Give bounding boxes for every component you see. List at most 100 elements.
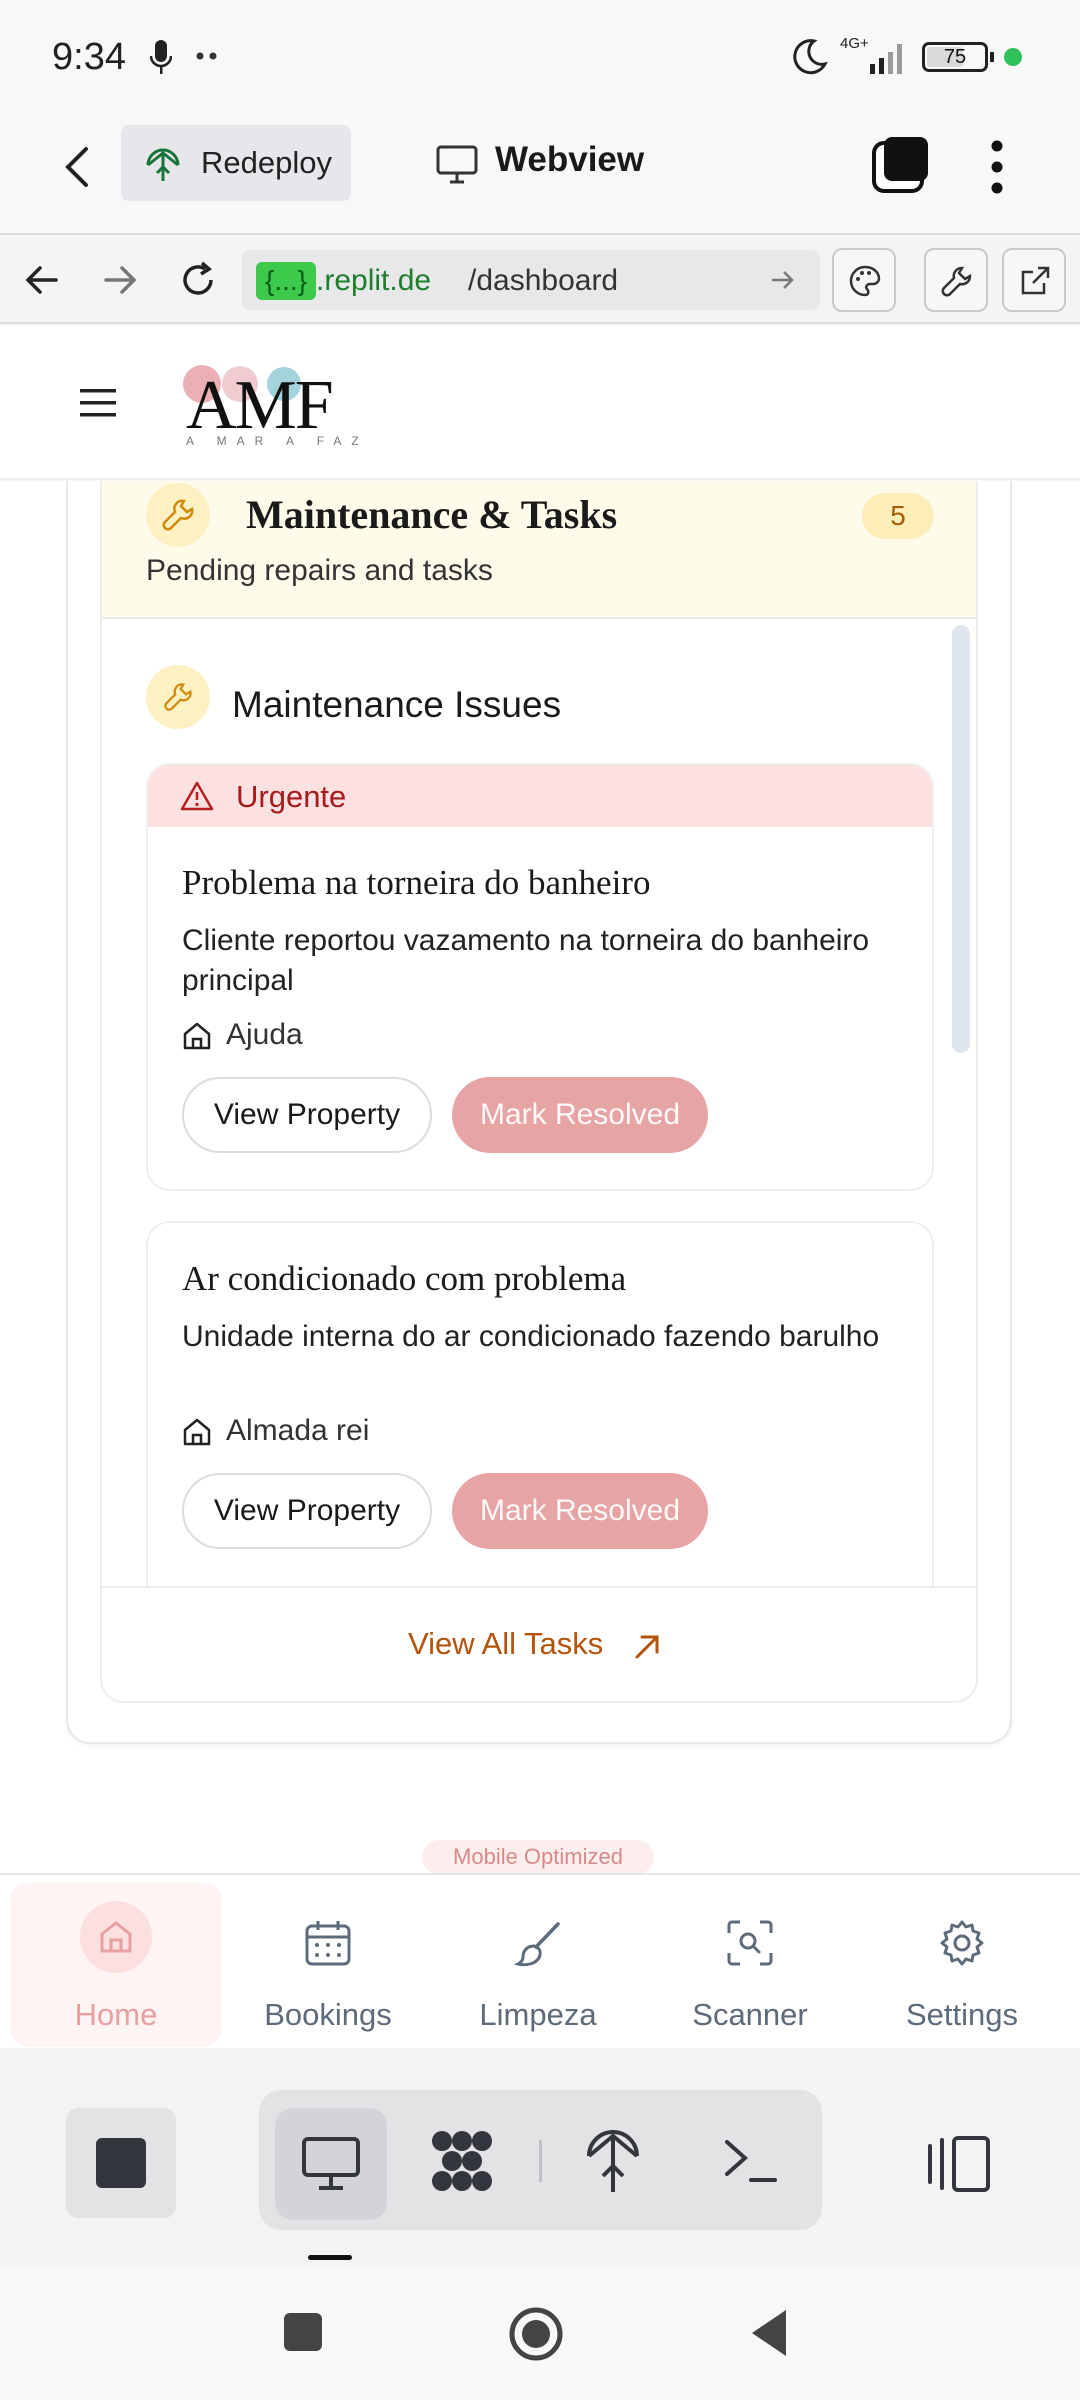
view-property-button[interactable]: View Property xyxy=(182,1473,432,1549)
home-system-button[interactable] xyxy=(508,2306,564,2362)
network-type: 4G+ xyxy=(840,35,869,52)
nav-item-limpeza[interactable]: Limpeza xyxy=(432,1883,644,2047)
wrench-icon xyxy=(941,266,972,297)
url-host: .replit.de xyxy=(316,264,432,297)
palette-icon xyxy=(849,265,881,297)
go-arrow-icon[interactable] xyxy=(770,268,796,292)
wrench-icon-badge xyxy=(146,483,210,547)
mark-resolved-button[interactable]: Mark Resolved xyxy=(452,1077,708,1153)
brush-icon xyxy=(514,1922,560,1967)
dock-divider xyxy=(539,2140,542,2182)
stop-button[interactable] xyxy=(66,2108,176,2218)
issue-property: Almada rei xyxy=(226,1414,370,1447)
monitor-icon xyxy=(302,2137,360,2190)
devtools-palette-button[interactable] xyxy=(832,248,896,312)
workspace-modules-icon[interactable] xyxy=(427,2126,497,2196)
maintenance-tasks-card: Maintenance & Tasks 5 Pending repairs an… xyxy=(100,481,978,1703)
issue-description: Unidade interna do ar condicionado fazen… xyxy=(182,1320,880,1353)
url-path: /dashboard xyxy=(468,264,619,297)
do-not-disturb-moon-icon xyxy=(793,39,828,75)
more-notifications-icon xyxy=(196,52,217,60)
tasks-scroll-area[interactable]: Maintenance Issues Urgente Problema na t… xyxy=(102,621,976,1586)
home-icon-bubble xyxy=(80,1901,152,1973)
nav-label-settings: Settings xyxy=(905,1997,1018,2032)
microphone-icon xyxy=(150,40,172,74)
external-link-icon xyxy=(1021,266,1050,295)
calendar-icon xyxy=(305,1921,351,1966)
tasks-card-subtitle: Pending repairs and tasks xyxy=(146,554,493,587)
gear-icon xyxy=(940,1920,984,1966)
webview-address-bar: {...} .replit.de /dashboard xyxy=(0,236,1080,324)
issue-property: Ajuda xyxy=(226,1018,303,1051)
mobile-optimized-badge: Mobile Optimized xyxy=(422,1840,654,1873)
app-header: AMF A MAR A FAZ xyxy=(0,326,1080,480)
dock-tools-group xyxy=(259,2090,822,2230)
maintenance-issues-title: Maintenance Issues xyxy=(232,684,562,725)
bottom-navigation: Home Bookings Limpeza Scanner Settings xyxy=(0,1873,1080,2048)
hamburger-menu-icon[interactable] xyxy=(80,388,116,418)
reload-icon[interactable] xyxy=(178,260,218,300)
home-icon xyxy=(183,1022,211,1050)
wrench-icon xyxy=(164,683,192,711)
back-chevron-icon[interactable] xyxy=(62,145,92,189)
tasks-card-title: Maintenance & Tasks xyxy=(246,492,618,537)
mark-resolved-button[interactable]: Mark Resolved xyxy=(452,1473,708,1549)
view-property-button[interactable]: View Property xyxy=(182,1077,432,1153)
redeploy-button[interactable]: Redeploy xyxy=(121,125,351,201)
webview-tab-label[interactable]: Webview xyxy=(495,140,644,180)
nav-label-limpeza: Limpeza xyxy=(479,1997,597,2032)
app-logo-tagline: A MAR A FAZ xyxy=(186,434,369,448)
open-external-button[interactable] xyxy=(1002,248,1066,312)
deploy-icon xyxy=(146,148,180,181)
redeploy-label: Redeploy xyxy=(201,145,332,180)
monitor-icon xyxy=(436,145,478,184)
tasks-count-badge: 5 xyxy=(862,493,934,539)
priority-banner: Urgente xyxy=(148,765,932,827)
view-all-tasks-link[interactable]: View All Tasks xyxy=(408,1626,603,1662)
issue-title: Ar condicionado com problema xyxy=(182,1259,627,1298)
active-tab-indicator xyxy=(308,2255,352,2260)
devtools-wrench-button[interactable] xyxy=(924,248,988,312)
replit-tool-dock xyxy=(0,2048,1080,2268)
browser-back-icon[interactable] xyxy=(24,262,60,298)
battery-icon: 75 xyxy=(922,42,988,72)
more-options-icon[interactable] xyxy=(990,139,1004,195)
shell-terminal-icon[interactable] xyxy=(723,2138,779,2184)
maintenance-issue-item: Ar condicionado com problema Unidade int… xyxy=(146,1221,934,1586)
url-chip: {...} xyxy=(256,262,316,300)
tasks-card-header: Maintenance & Tasks 5 Pending repairs an… xyxy=(102,481,976,619)
nav-label-home: Home xyxy=(74,1997,158,2032)
dashboard-content: Maintenance & Tasks 5 Pending repairs an… xyxy=(0,481,1080,1873)
issue-title: Problema na torneira do banheiro xyxy=(182,863,651,902)
home-icon xyxy=(100,1921,132,1953)
arrow-up-right-icon[interactable] xyxy=(632,1632,662,1662)
nav-item-settings[interactable]: Settings xyxy=(856,1883,1068,2047)
maintenance-issue-item: Urgente Problema na torneira do banheiro… xyxy=(146,763,934,1191)
privacy-indicator-dot xyxy=(1004,48,1022,66)
system-navigation-bar xyxy=(0,2268,1080,2400)
priority-label: Urgente xyxy=(236,779,347,814)
status-bar: 9:34 4G+ 75 xyxy=(0,0,1080,115)
wrench-icon xyxy=(162,499,194,531)
home-icon xyxy=(183,1418,211,1446)
scrollbar[interactable] xyxy=(952,625,970,1053)
recents-button[interactable] xyxy=(284,2313,322,2351)
nav-item-home[interactable]: Home xyxy=(10,1883,222,2047)
webview-tool-button[interactable] xyxy=(275,2108,387,2220)
nav-item-bookings[interactable]: Bookings xyxy=(222,1883,434,2047)
scan-icon xyxy=(727,1920,773,1966)
tabs-switcher-icon[interactable] xyxy=(870,135,930,195)
status-time: 9:34 xyxy=(52,36,126,78)
split-panel-icon[interactable] xyxy=(924,2134,994,2194)
back-system-button[interactable] xyxy=(748,2308,788,2358)
url-field[interactable]: {...} .replit.de /dashboard xyxy=(242,250,820,310)
view-all-footer: View All Tasks xyxy=(102,1586,976,1701)
browser-forward-icon[interactable] xyxy=(102,262,138,298)
deploy-icon[interactable] xyxy=(585,2126,641,2194)
warning-triangle-icon xyxy=(180,781,214,811)
nav-label-bookings: Bookings xyxy=(264,1997,392,2032)
issue-description: Cliente reportou vazamento na torneira d… xyxy=(182,924,870,997)
nav-label-scanner: Scanner xyxy=(692,1997,808,2032)
nav-item-scanner[interactable]: Scanner xyxy=(644,1883,856,2047)
signal-icon xyxy=(870,44,902,74)
